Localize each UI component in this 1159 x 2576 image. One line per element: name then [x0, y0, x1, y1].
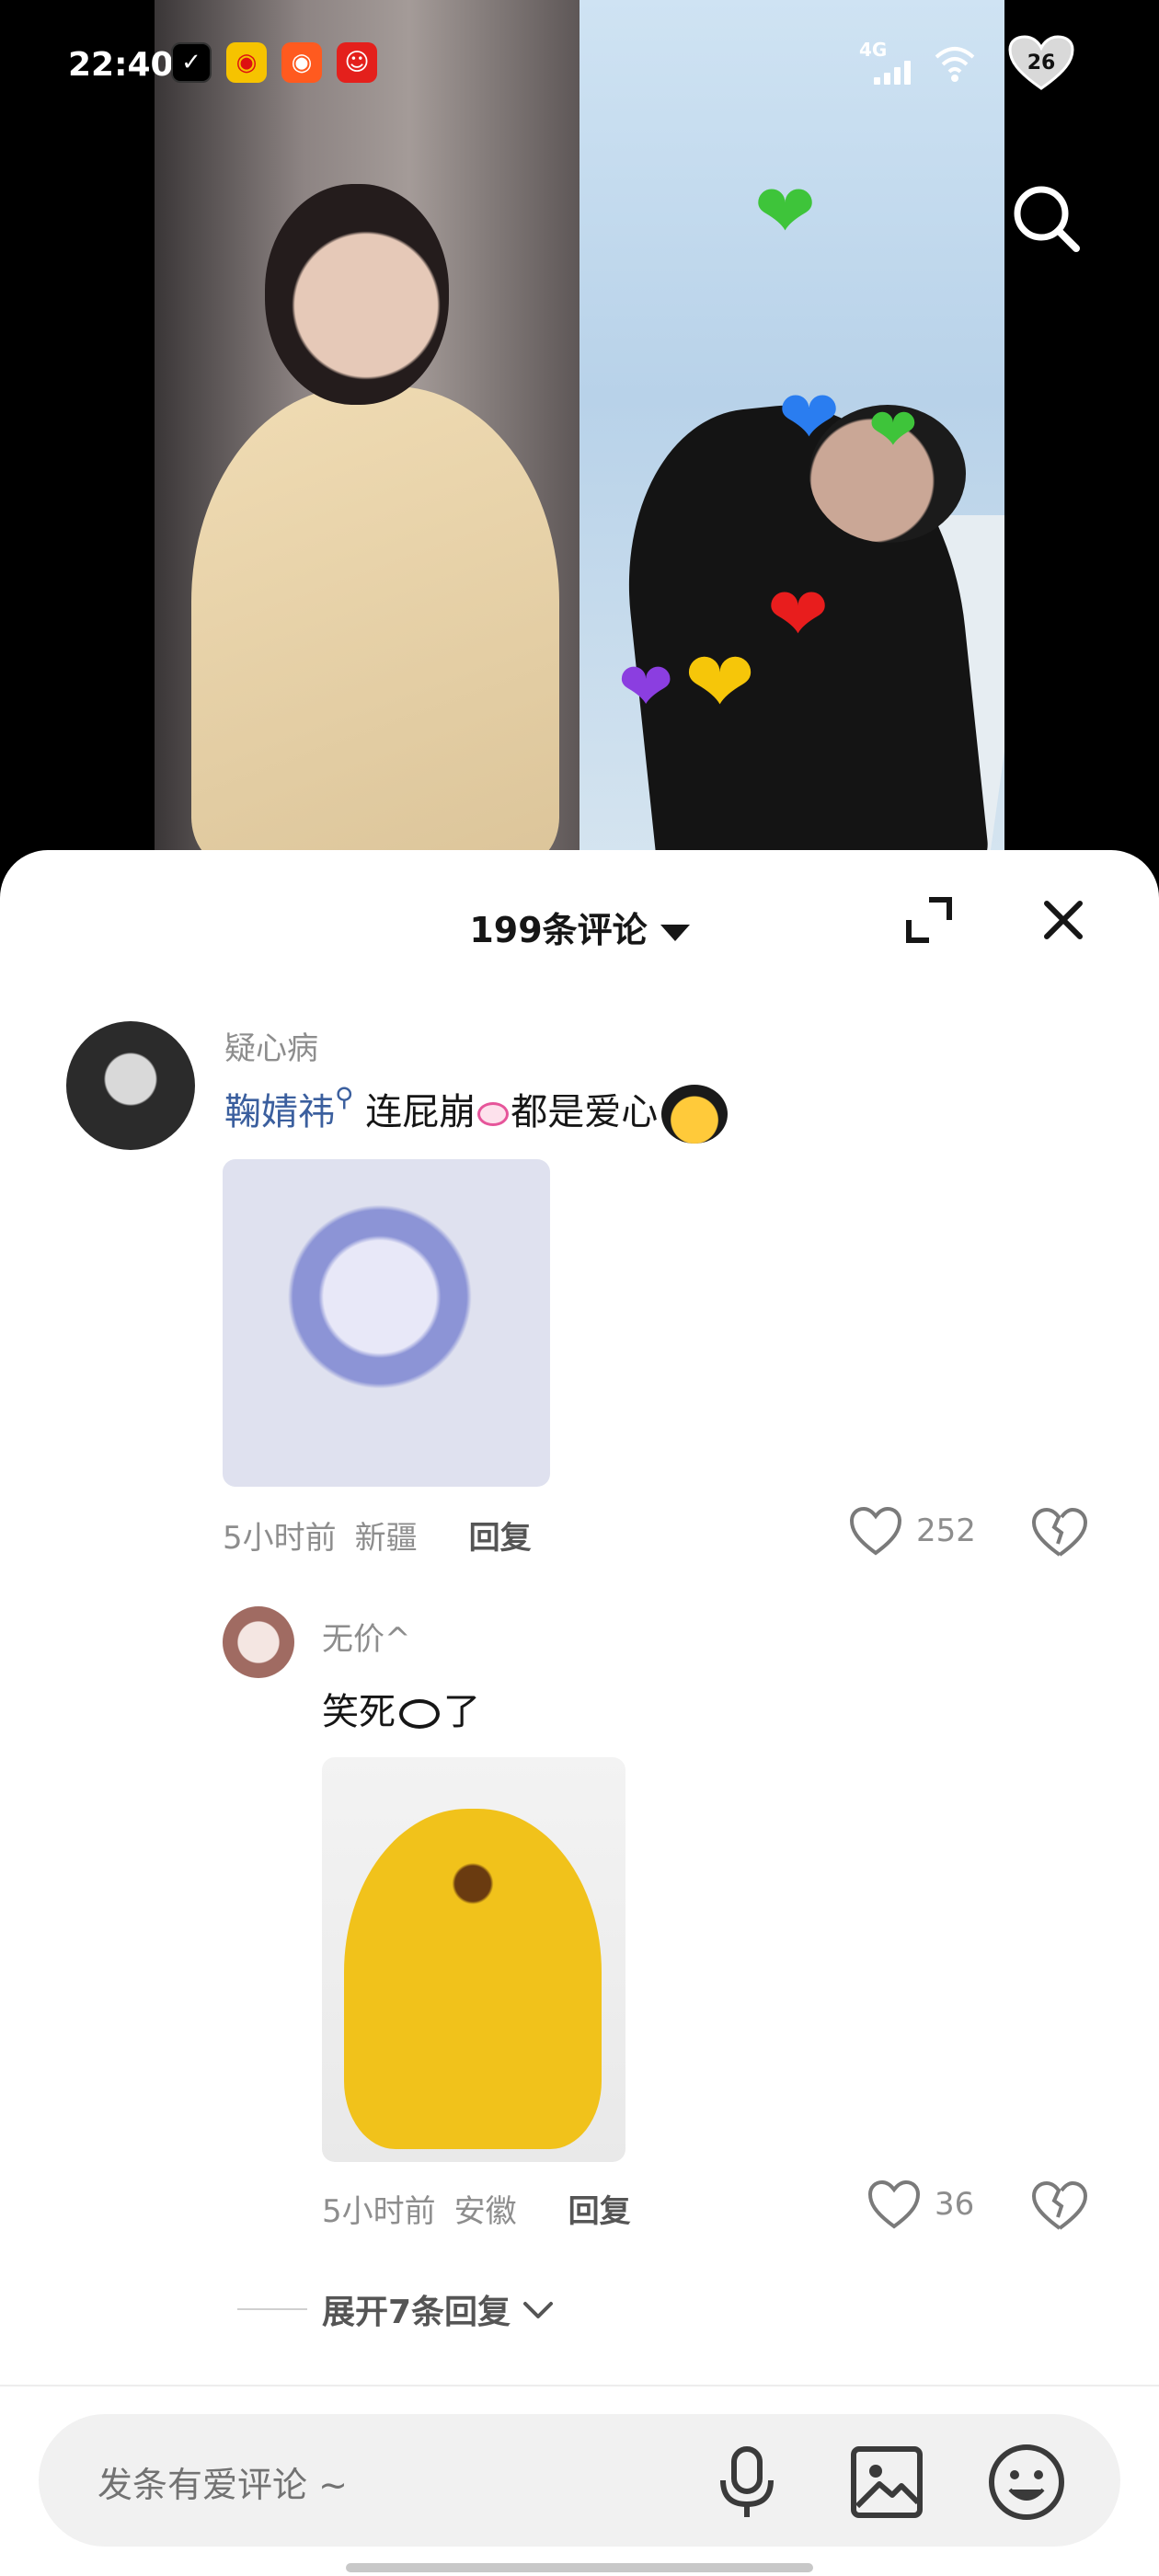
expand-replies-button[interactable]: 展开7条回复	[237, 2285, 557, 2333]
close-icon[interactable]	[1039, 896, 1087, 944]
commenter-username[interactable]: 疑心病	[224, 1023, 318, 1068]
caret-down-icon	[660, 924, 690, 941]
signal-icon	[874, 61, 914, 85]
reply-button[interactable]: 回复	[469, 1520, 532, 1557]
battery-level: 26	[1027, 52, 1056, 75]
app-icon-black: ✓	[171, 42, 212, 83]
video-left-panel	[155, 0, 580, 883]
video-figure-left	[191, 386, 559, 865]
weibo-icon: ◉	[226, 42, 267, 83]
divider-line	[237, 2308, 307, 2310]
expand-replies-label: 展开7条回复	[322, 2294, 511, 2331]
home-indicator[interactable]	[346, 2563, 813, 2572]
reply-username[interactable]: 无价^	[322, 1614, 411, 1659]
kuaishou-icon: ◉	[281, 42, 322, 83]
reply-text-part: 笑死	[322, 1691, 396, 1733]
status-bar: 22:40 ✓ ◉ ◉ ☺ 4G 26	[0, 0, 1159, 129]
battery-icon: 26	[1008, 35, 1074, 92]
like-count: 36	[935, 2186, 975, 2223]
reply-button[interactable]: 回复	[568, 2193, 631, 2230]
red-heart-icon: ❤	[767, 571, 830, 657]
purple-heart-icon: ❤	[618, 648, 674, 725]
heart-outline-icon	[867, 2179, 921, 2229]
reply-meta: 5小时前 安徽 回复	[322, 2186, 631, 2231]
laughing-frog-sticker[interactable]	[322, 1757, 625, 2162]
sticker-figure	[344, 1809, 602, 2149]
comment-meta: 5小时前 新疆 回复	[223, 1512, 532, 1558]
comment-count-header[interactable]: 199条评论	[0, 902, 1159, 952]
laughing-girl-emoji-icon	[661, 1085, 729, 1144]
emoji-icon[interactable]	[984, 2440, 1069, 2524]
like-count: 252	[916, 1512, 976, 1549]
like-button[interactable]: 252	[848, 1505, 976, 1557]
fullscreen-icon[interactable]	[905, 896, 953, 944]
comment-sheet: 199条评论 疑心病 鞠婧祎⚲ 连屁崩 都是爱心 5小时前 新疆 回复 252 无价^…	[0, 850, 1159, 2576]
comment-text-part: 都是爱心	[511, 1091, 659, 1133]
microphone-icon[interactable]	[705, 2440, 789, 2524]
status-time: 22:40	[68, 46, 174, 84]
commenter-avatar[interactable]	[66, 1021, 195, 1150]
reply-location: 安徽	[453, 2193, 517, 2230]
green-heart-icon: ❤	[754, 168, 817, 254]
search-icon[interactable]	[1008, 180, 1085, 258]
chevron-down-icon	[523, 2302, 554, 2318]
pinduoduo-icon: ☺	[337, 42, 377, 83]
comment-input[interactable]: 发条有爱评论 ~	[39, 2414, 1120, 2547]
like-button[interactable]: 36	[866, 2179, 974, 2230]
comment-input-placeholder: 发条有爱评论 ~	[98, 2465, 348, 2505]
reply-time: 5小时前	[322, 2193, 436, 2230]
network-type: 4G	[859, 39, 888, 61]
broken-heart-icon[interactable]	[1030, 1505, 1089, 1560]
blue-heart-icon: ❤	[778, 374, 841, 460]
comment-time: 5小时前	[223, 1520, 337, 1557]
broken-heart-icon[interactable]	[1030, 2179, 1089, 2234]
search-icon: ⚲	[335, 1082, 354, 1112]
comment-count-label: 199条评论	[469, 910, 648, 950]
video-player[interactable]: ❤ ❤ ❤ ❤ ❤ ❤ 22:40 ✓ ◉ ◉ ☺ 4G 26	[0, 0, 1159, 883]
image-icon[interactable]	[844, 2440, 929, 2524]
comment-text: 鞠婧祎⚲ 连屁崩 都是爱心	[224, 1082, 729, 1144]
comment-text-part: 连屁崩	[353, 1091, 476, 1133]
comment-location: 新疆	[354, 1520, 418, 1557]
green-heart-icon: ❤	[868, 397, 918, 465]
reply-text-part: 了	[443, 1691, 480, 1733]
reply-text: 笑死 了	[322, 1682, 480, 1735]
wifi-icon	[935, 47, 975, 82]
yellow-heart-icon: ❤	[684, 633, 756, 731]
mention-link[interactable]: 鞠婧祎	[224, 1091, 335, 1133]
laughing-baby-sticker[interactable]	[223, 1159, 550, 1487]
peach-emoji-icon	[477, 1102, 510, 1126]
heart-outline-icon	[849, 1506, 902, 1556]
input-divider	[0, 2385, 1159, 2386]
peach-emoji-icon	[399, 1699, 440, 1729]
reply-avatar[interactable]	[223, 1606, 294, 1678]
video-figure-left-head	[265, 184, 449, 405]
